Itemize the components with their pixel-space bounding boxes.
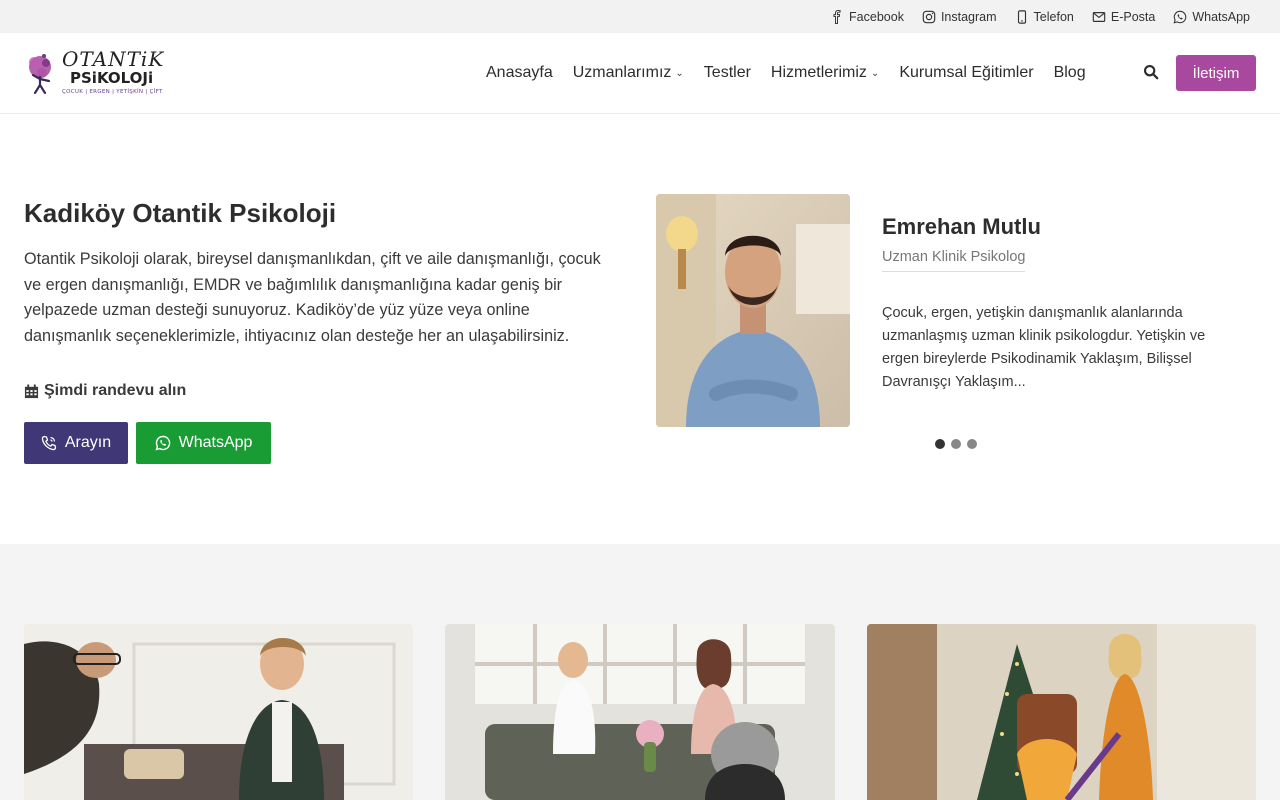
phone-label: Telefon [1033, 9, 1074, 24]
expert-name: Emrehan Mutlu [882, 214, 1041, 239]
service-image-couple-counseling [445, 624, 835, 800]
service-card[interactable] [867, 624, 1256, 800]
page-title: Kadiköy Otantik Psikoloji [24, 198, 337, 228]
whatsapp-label: WhatsApp [1192, 9, 1250, 24]
instagram-icon [922, 10, 936, 23]
service-image-child-counseling [867, 624, 1256, 800]
search-icon [1143, 64, 1159, 80]
whatsapp-link[interactable]: WhatsApp [1173, 10, 1250, 24]
whatsapp-button[interactable]: WhatsApp [136, 422, 271, 464]
mail-icon [1092, 11, 1106, 22]
chevron-down-icon: ⌄ [675, 67, 684, 79]
nav-item-experts[interactable]: Uzmanlarımız ⌄ [573, 64, 684, 82]
contact-button[interactable]: İletişim [1176, 55, 1256, 91]
nav-item-corporate-training[interactable]: Kurumsal Eğitimler [899, 64, 1033, 82]
expert-photo[interactable] [656, 194, 850, 427]
expert-role: Uzman Klinik Psikolog [882, 249, 1026, 272]
instagram-label: Instagram [940, 9, 997, 24]
nav-item-blog[interactable]: Blog [1054, 64, 1086, 82]
nav-label: Testler [703, 64, 751, 81]
whatsapp-icon [1173, 10, 1187, 23]
nav-label: Kurumsal Eğitimler [899, 64, 1034, 81]
facebook-link[interactable]: Facebook [830, 9, 904, 24]
chevron-down-icon: ⌄ [870, 67, 880, 79]
nav-label: Blog [1053, 64, 1086, 81]
nav-label: Hizmetlerimiz [770, 64, 867, 81]
carousel-dot[interactable] [967, 439, 977, 449]
main-nav: Anasayfa Uzmanlarımız ⌄ Testler Hizmetler… [486, 33, 1106, 113]
phone-link[interactable]: Telefon [1015, 10, 1074, 24]
facebook-icon [833, 9, 841, 24]
phone-call-icon [41, 435, 57, 451]
logo-line1: OTANTiK [62, 47, 165, 71]
call-label: Arayın [64, 434, 112, 451]
nav-item-tests[interactable]: Testler [704, 64, 751, 82]
call-button[interactable]: Arayın [24, 422, 128, 464]
logo-line2: PSiKOLOJi [70, 69, 154, 87]
email-label: E-Posta [1110, 9, 1156, 24]
nav-label: Anasayfa [486, 64, 553, 81]
email-link[interactable]: E-Posta [1092, 10, 1155, 24]
site-logo[interactable]: OTANTiK PSiKOLOJi ÇOCUK | ERGEN | YETİŞK… [24, 47, 166, 99]
calendar-icon [24, 383, 39, 398]
whatsapp-button-label: WhatsApp [178, 434, 253, 451]
logo-tagline: ÇOCUK | ERGEN | YETİŞKİN | ÇİFT [62, 89, 163, 95]
search-button[interactable] [1143, 64, 1161, 82]
appointment-heading: Şimdi randevu alın [24, 382, 186, 400]
instagram-link[interactable]: Instagram [922, 10, 997, 24]
top-bar: Facebook Instagram Telefon E-Posta Whats… [0, 0, 1280, 33]
whatsapp-icon [155, 435, 170, 451]
phone-icon [1017, 9, 1026, 24]
facebook-label: Facebook [849, 9, 904, 24]
appointment-label: Şimdi randevu alın [44, 382, 187, 399]
site-header: OTANTiK PSiKOLOJi ÇOCUK | ERGEN | YETİŞK… [0, 33, 1280, 114]
carousel-dot[interactable] [935, 439, 945, 449]
logo-mark-icon [29, 54, 51, 95]
service-image-teen-counseling [24, 624, 413, 800]
nav-label: Uzmanlarımız [572, 64, 672, 81]
hero-description: Otantik Psikoloji olarak, bireysel danış… [24, 250, 601, 345]
carousel-pagination [935, 439, 977, 449]
service-card[interactable] [24, 624, 413, 800]
carousel-dot[interactable] [951, 439, 961, 449]
expert-photo-image [656, 194, 850, 427]
social-links: Facebook Instagram Telefon E-Posta Whats… [830, 0, 1250, 33]
service-card[interactable] [445, 624, 835, 800]
nav-item-services[interactable]: Hizmetlerimiz ⌄ [771, 64, 879, 82]
expert-bio: Çocuk, ergen, yetişkin danışmanlık alanl… [882, 305, 1206, 390]
nav-item-home[interactable]: Anasayfa [486, 64, 553, 82]
